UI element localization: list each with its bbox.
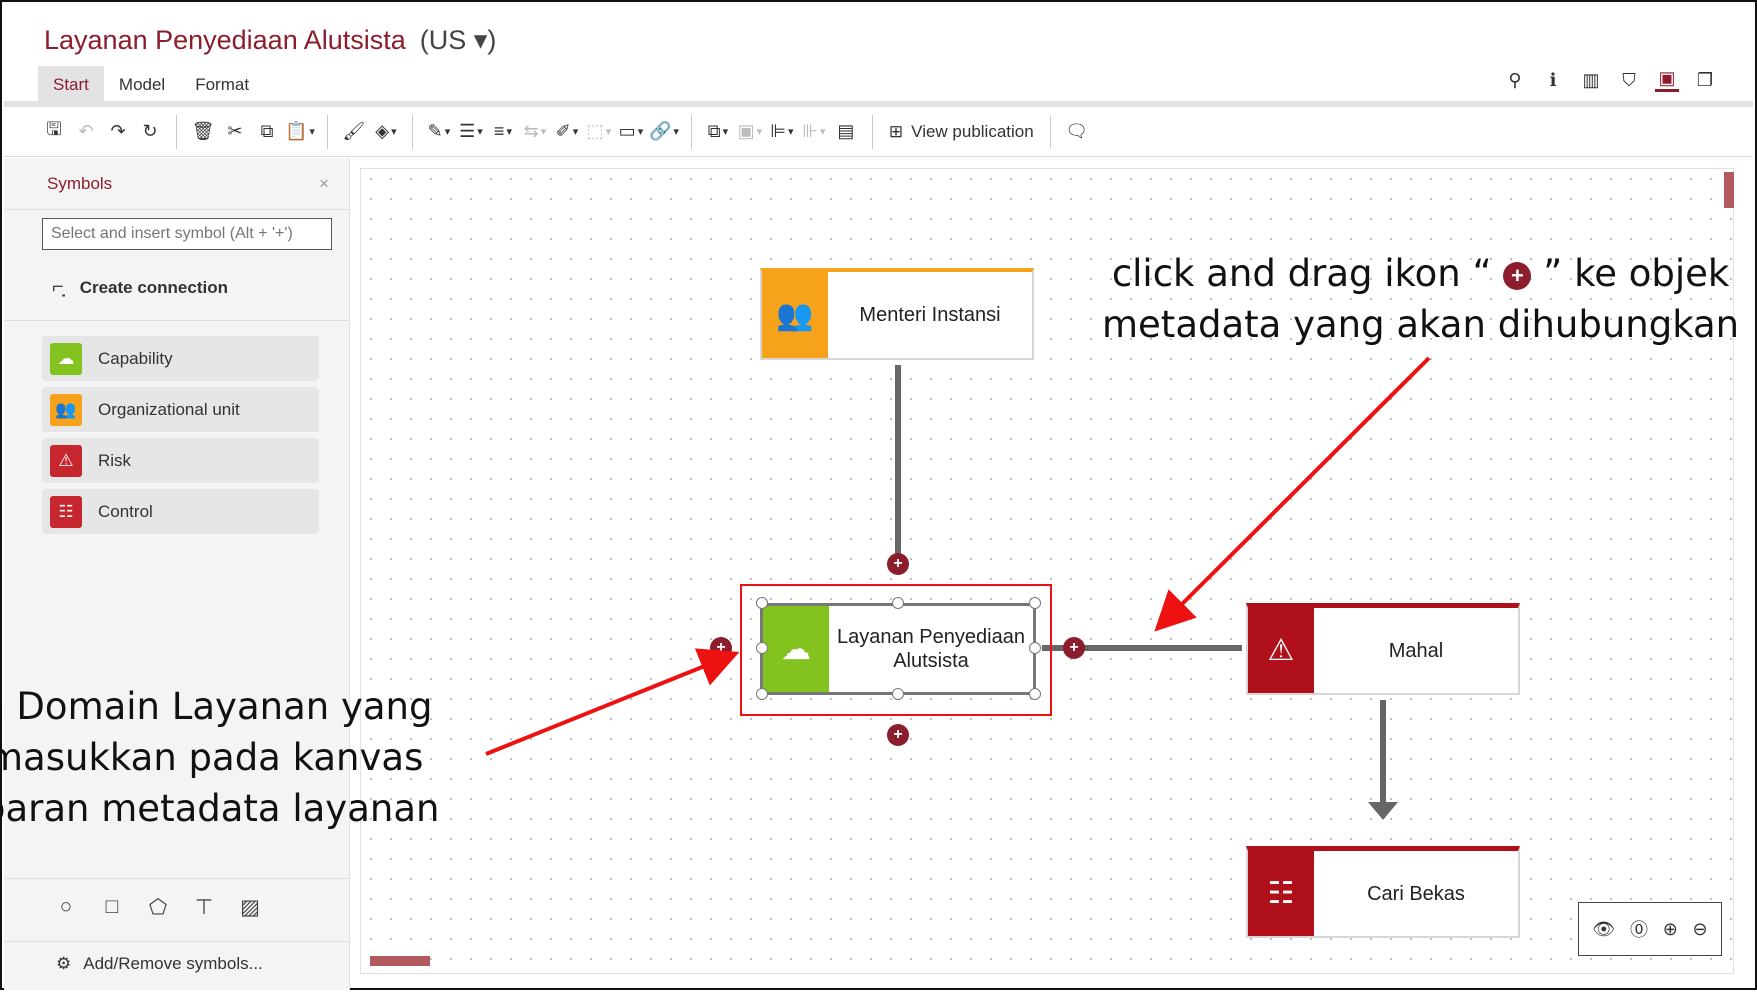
resize-handle[interactable] [756,688,768,700]
resize-handle[interactable] [892,688,904,700]
annotation-left: a Domain Layanan yang masukkan pada kanv… [0,681,439,834]
arrow-head [1368,802,1398,820]
node-layanan-penyediaan-alutsista[interactable]: ☁ Layanan Penyediaan Alutsista [760,603,1036,695]
node-label: Cari Bekas [1367,882,1465,905]
resize-handle[interactable] [892,597,904,609]
resize-handle[interactable] [1029,642,1041,654]
node-mahal[interactable]: ⚠ Mahal [1246,603,1520,695]
zoom-in-icon[interactable]: ⊕ [1663,919,1678,940]
annotation-text: ” ke objek [1531,252,1730,295]
node-menteri-instansi[interactable]: 👥 Menteri Instansi [760,268,1034,360]
resize-handle[interactable] [756,642,768,654]
annotation-line: a Domain Layanan yang [0,685,433,728]
annotation-line: click and drag ikon “ + ” ke objek [1102,248,1739,299]
connect-plus-icon[interactable]: + [1063,637,1085,659]
connectors-layer [895,365,1398,820]
org-unit-icon: 👥 [762,272,828,358]
app-window: Layanan Penyediaan Alutsista (US ▾) Star… [0,0,1757,990]
resize-handle[interactable] [1029,597,1041,609]
control-icon: ☷ [1248,851,1314,936]
connect-plus-icon[interactable]: + [710,637,732,659]
zoom-controls: 👁 ⓪ ⊕ ⊖ [1578,902,1722,956]
plus-icon: + [1503,261,1532,290]
risk-icon: ⚠ [1248,608,1314,693]
connect-plus-icon[interactable]: + [887,553,909,575]
zoom-100-icon[interactable]: ⓪ [1630,916,1648,942]
node-label: Menteri Instansi [859,304,1001,326]
resize-handle[interactable] [756,597,768,609]
annotation-line: baran metadata layanan [0,787,440,830]
resize-handle[interactable] [1029,688,1041,700]
annotation-right: click and drag ikon “ + ” ke objek metad… [1102,248,1739,350]
node-cari-bekas[interactable]: ☷ Cari Bekas [1246,846,1520,938]
node-label: Mahal [1388,639,1444,662]
capability-icon: ☁ [763,606,829,692]
annotation-line: masukkan pada kanvas [0,736,424,779]
annotation-text: click and drag ikon “ [1111,252,1504,295]
connect-plus-icon[interactable]: + [887,724,909,746]
eye-icon[interactable]: 👁 [1592,919,1615,940]
node-label: Layanan Penyediaan Alutsista [837,626,1025,672]
annotation-line: metadata yang akan dihubungkan [1102,303,1740,346]
zoom-out-icon[interactable]: ⊖ [1693,919,1708,940]
